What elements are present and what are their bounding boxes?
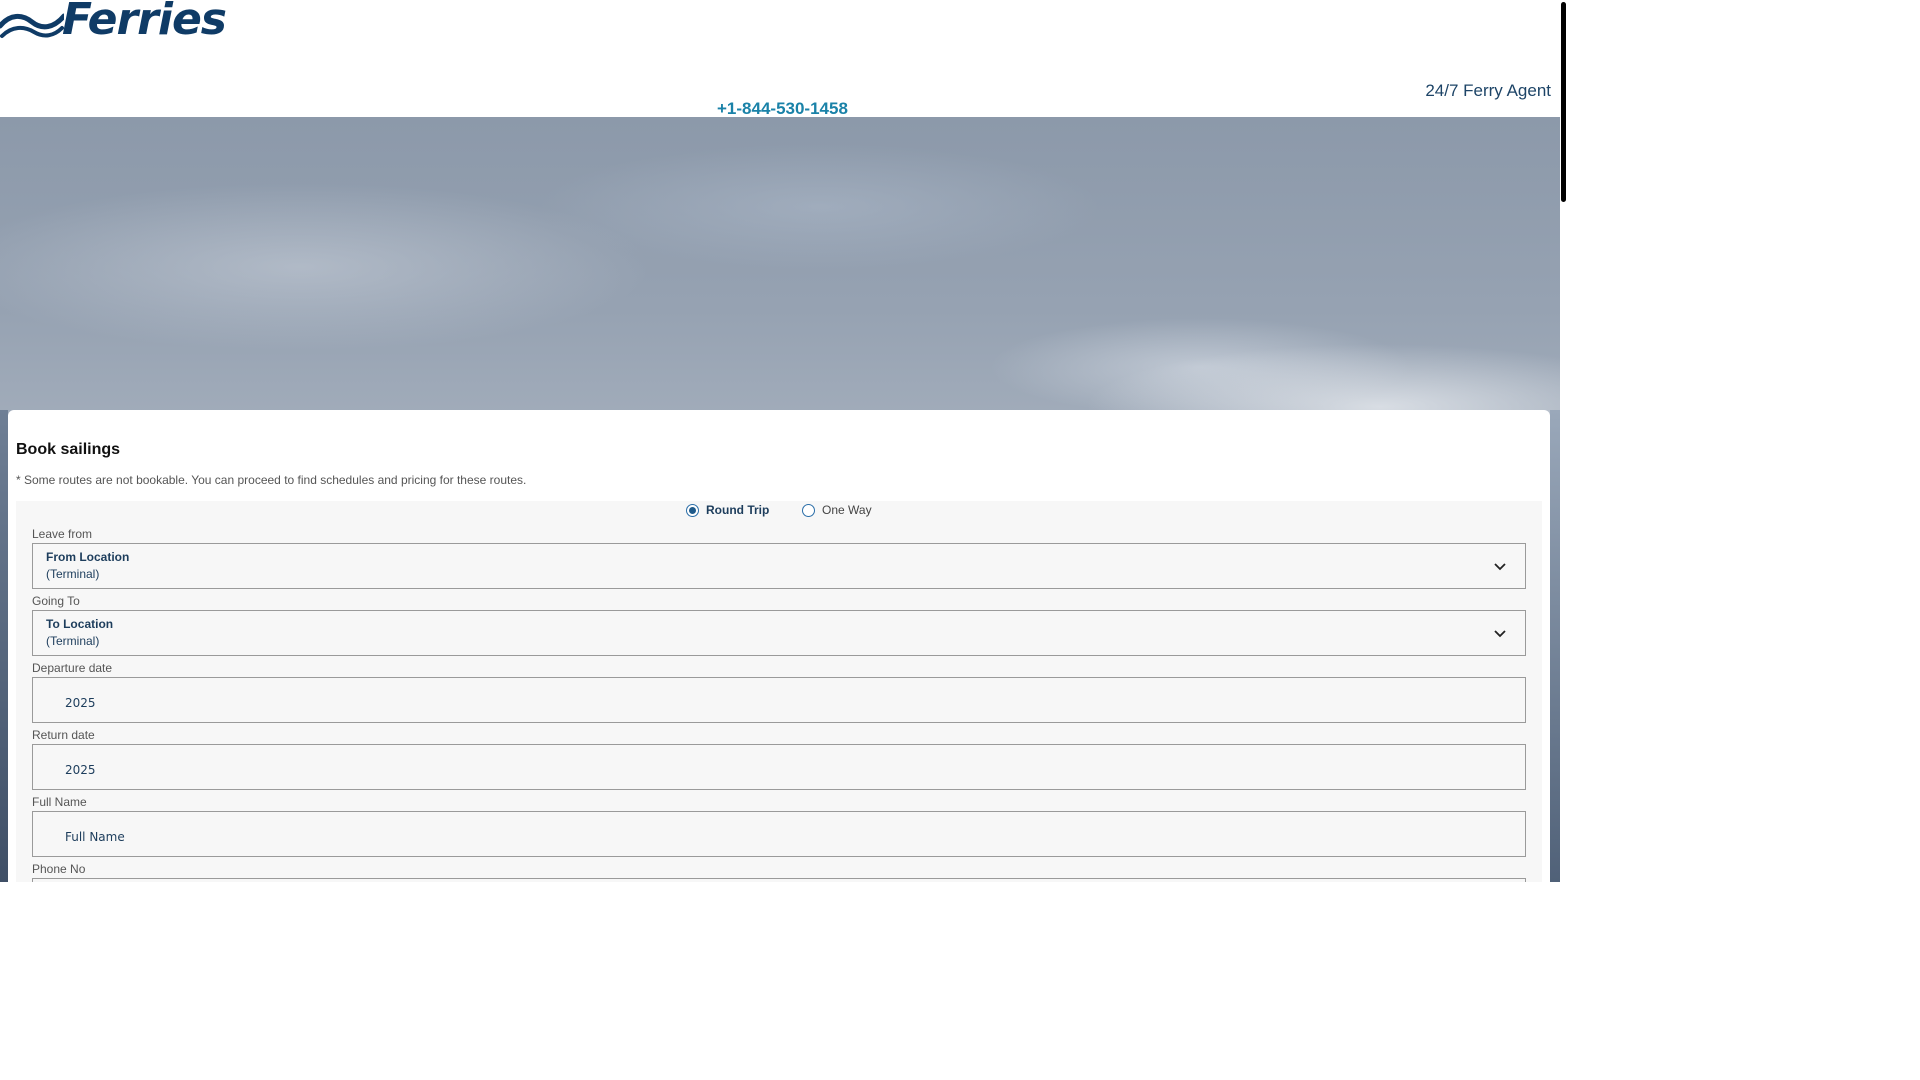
- phone-link[interactable]: +1-844-530-1458: [717, 99, 848, 119]
- chevron-down-icon: [1494, 563, 1506, 571]
- site-header: Ferries 24/7 Ferry Agent +1-844-530-1458: [0, 0, 1560, 119]
- hero-image-edge-right: [1550, 410, 1560, 882]
- full-name-field[interactable]: [32, 811, 1526, 857]
- hero-image-edge-left: [0, 410, 8, 882]
- booking-title: Book sailings: [16, 441, 121, 458]
- round-trip-label: Round Trip: [706, 503, 770, 517]
- booking-card: Book sailings * Some routes are not book…: [8, 410, 1550, 882]
- logo-text: Ferries: [62, 0, 227, 45]
- departure-date-input[interactable]: [65, 694, 1465, 712]
- trip-type-group: Round Trip One Way: [16, 501, 1542, 521]
- one-way-radio[interactable]: One Way: [802, 502, 872, 518]
- full-name-label: Full Name: [32, 795, 87, 809]
- going-to-label: Going To: [32, 594, 80, 608]
- leave-from-main: From Location: [46, 550, 130, 564]
- one-way-label: One Way: [822, 503, 872, 517]
- radio-unchecked-icon: [802, 503, 815, 517]
- wave-logo-icon: [0, 13, 64, 38]
- scrollbar-thumb[interactable]: [1561, 2, 1566, 202]
- return-date-label: Return date: [32, 728, 95, 742]
- going-to-select[interactable]: To Location (Terminal): [32, 610, 1526, 656]
- page-scrollbar[interactable]: [1560, 0, 1568, 882]
- going-to-main: To Location: [46, 617, 114, 631]
- ferries-logo[interactable]: Ferries: [0, 0, 240, 45]
- phone-no-field[interactable]: [32, 878, 1526, 882]
- agent-label: 24/7 Ferry Agent: [1425, 81, 1551, 100]
- return-date-input[interactable]: [65, 761, 1465, 779]
- page: Ferries 24/7 Ferry Agent +1-844-530-1458…: [0, 0, 1568, 882]
- return-date-field[interactable]: [32, 744, 1526, 790]
- going-to-sub: (Terminal): [46, 634, 100, 648]
- departure-date-field[interactable]: [32, 677, 1526, 723]
- phone-no-label: Phone No: [32, 862, 86, 876]
- booking-note: * Some routes are not bookable. You can …: [16, 473, 527, 487]
- radio-checked-icon: [686, 503, 699, 517]
- departure-date-label: Departure date: [32, 661, 113, 675]
- leave-from-select[interactable]: From Location (Terminal): [32, 543, 1526, 589]
- leave-from-label: Leave from: [32, 527, 93, 541]
- leave-from-sub: (Terminal): [46, 567, 100, 581]
- full-name-input[interactable]: [65, 828, 1465, 846]
- chevron-down-icon: [1494, 630, 1506, 638]
- round-trip-radio[interactable]: Round Trip: [686, 502, 769, 518]
- booking-form: Round Trip One Way Leave from From Locat…: [16, 501, 1542, 882]
